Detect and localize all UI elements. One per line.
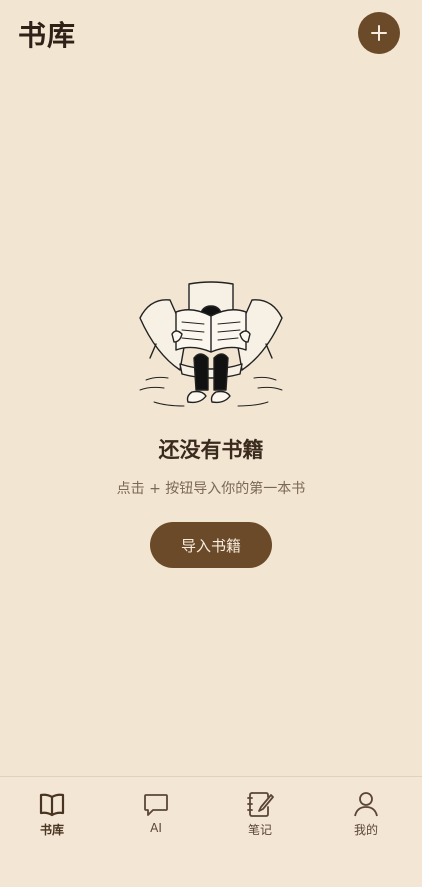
empty-state: 还没有书籍 点击 + 按钮导入你的第一本书 导入书籍 [0,278,422,568]
tab-notes[interactable]: 笔记 [220,789,300,838]
add-book-button[interactable] [358,12,400,54]
tab-library[interactable]: 书库 [12,789,92,838]
book-icon [39,793,65,817]
tab-profile[interactable]: 我的 [326,789,406,838]
plus-icon [371,25,387,41]
tab-ai[interactable]: AI [116,789,196,835]
empty-subtitle: 点击 + 按钮导入你的第一本书 [116,481,306,497]
import-books-button[interactable]: 导入书籍 [150,522,272,568]
tab-ai-label: AI [150,821,162,835]
header: 书库 [0,0,422,70]
user-icon [354,792,378,817]
bottom-tab-bar: 书库 AI 笔记 我的 [0,776,422,887]
tab-profile-label: 我的 [353,823,378,837]
notebook-icon [247,792,274,817]
empty-title: 还没有书籍 [158,438,264,462]
tab-library-label: 书库 [39,823,64,837]
reading-person-illustration [139,281,283,407]
tab-notes-label: 笔记 [247,823,272,837]
chat-bubble-icon [144,794,168,816]
page-title: 书库 [18,19,77,52]
